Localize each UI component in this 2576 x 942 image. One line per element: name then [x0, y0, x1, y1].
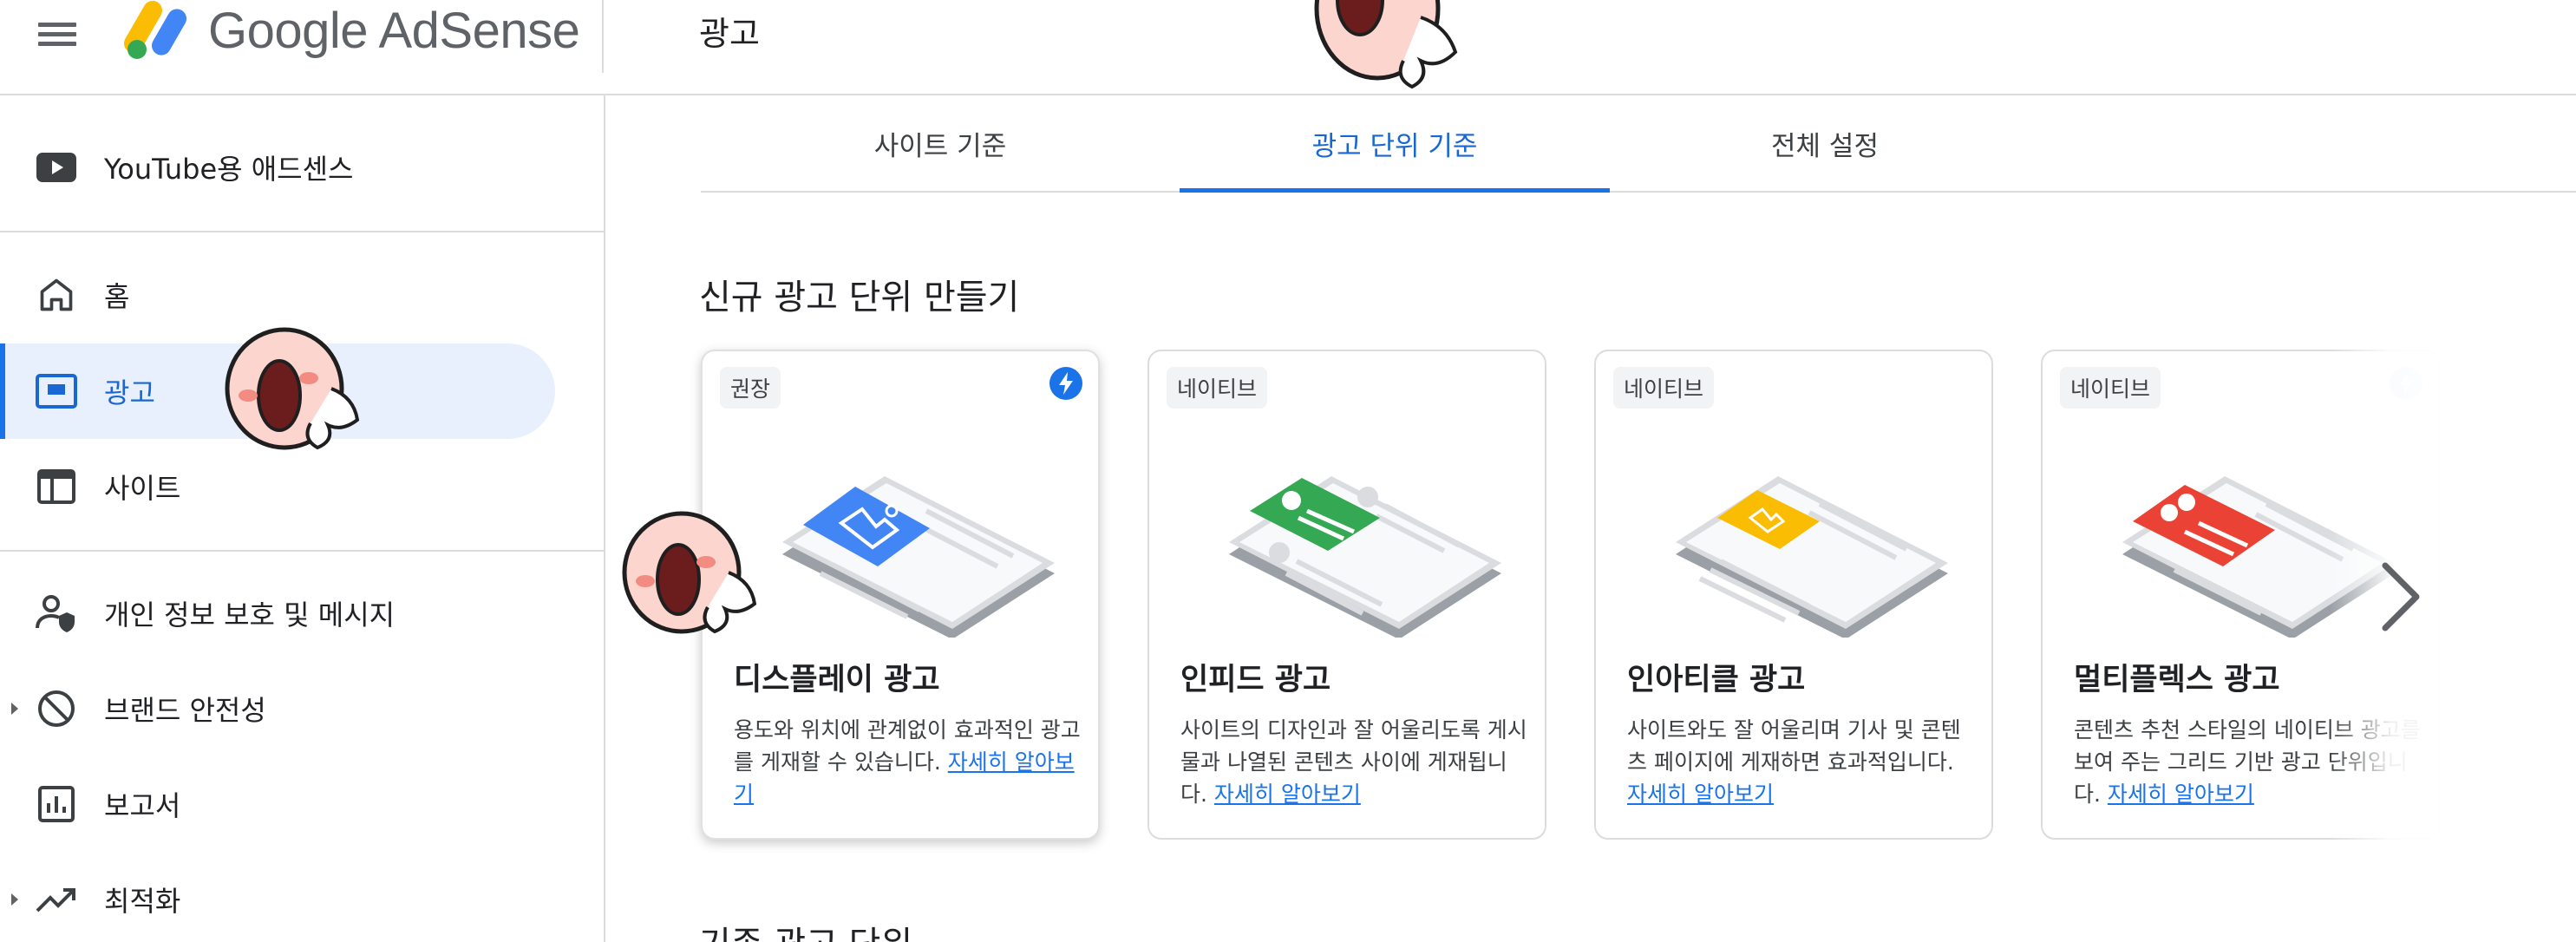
- card-badge: 네이티브: [1613, 367, 1715, 409]
- sidebar-divider: [0, 550, 604, 552]
- header-divider: [602, 0, 604, 73]
- ad-card-infeed[interactable]: 네이티브 인피드 광고 사이트의 디자인과 잘 어울리도록 게시물과 나열된 콘…: [1147, 350, 1546, 840]
- card-badge: 네이티브: [1167, 367, 1268, 409]
- card-description: 용도와 위치에 관계없이 효과적인 광고를 게재할 수 있습니다. 자세히 알아…: [734, 714, 1081, 810]
- tab-global-settings[interactable]: 전체 설정: [1610, 95, 2040, 191]
- card-title: 인아티클 광고: [1627, 663, 1806, 697]
- expand-arrow-icon[interactable]: [11, 703, 18, 715]
- crying-character-sticker-icon: [225, 327, 360, 450]
- tab-by-ad-unit[interactable]: 광고 단위 기준: [1180, 95, 1610, 193]
- learn-more-link[interactable]: 자세히 알아보기: [2108, 782, 2254, 807]
- sites-icon: [35, 465, 78, 508]
- card-badge: 권장: [720, 367, 781, 409]
- home-icon: [35, 273, 78, 317]
- trending-up-icon: [35, 878, 78, 921]
- card-title: 디스플레이 광고: [734, 663, 940, 697]
- card-description-text: 사이트와도 잘 어울리며 기사 및 콘텐츠 페이지에 게재하면 효과적입니다.: [1627, 717, 1961, 775]
- section-title: 신규 광고 단위 만들기: [699, 278, 1020, 317]
- expand-arrow-icon[interactable]: [11, 893, 18, 906]
- sidebar-item-brand-safety[interactable]: 브랜드 안전성: [0, 661, 555, 756]
- menu-icon[interactable]: [35, 17, 80, 52]
- sidebar-item-youtube[interactable]: YouTube용 애드센스: [0, 120, 555, 215]
- inarticle-ad-illustration-icon: [1676, 476, 1948, 638]
- tab-by-site[interactable]: 사이트 기준: [701, 95, 1180, 191]
- section-title-existing: 기존 광고 단위: [699, 916, 912, 942]
- sidebar-item-label: 사이트: [104, 472, 181, 505]
- sidebar-item-reports[interactable]: 보고서: [0, 756, 555, 852]
- sidebar-item-privacy[interactable]: 개인 정보 보호 및 메시지: [0, 566, 555, 661]
- ad-card-inarticle[interactable]: 네이티브 인아티클 광고 사이트와도 잘 어울리며 기사 및 콘텐츠 페이지에 …: [1594, 350, 1993, 840]
- tab-bar: 사이트 기준 광고 단위 기준 전체 설정: [701, 95, 2576, 193]
- privacy-icon: [35, 592, 78, 635]
- crying-character-sticker-icon: [622, 511, 757, 634]
- sidebar: YouTube용 애드센스 홈 광고 사이트 개인 정보 보호 및 메시지 브랜…: [0, 95, 605, 942]
- sidebar-item-label: 광고: [104, 376, 155, 409]
- infeed-ad-illustration-icon: [1229, 476, 1501, 638]
- sidebar-item-label: 최적화: [104, 885, 181, 918]
- card-title: 인피드 광고: [1180, 663, 1331, 697]
- crying-character-sticker-icon: [1314, 0, 1458, 89]
- adsense-logo-icon: [124, 0, 186, 59]
- learn-more-link[interactable]: 자세히 알아보기: [1214, 782, 1361, 807]
- youtube-icon: [35, 146, 78, 189]
- sidebar-item-label: 보고서: [104, 789, 181, 822]
- sidebar-item-label: 홈: [104, 280, 130, 313]
- reports-icon: [35, 782, 78, 826]
- sidebar-divider: [0, 231, 604, 232]
- brand-name: Google AdSense: [208, 3, 580, 59]
- sidebar-item-label: 브랜드 안전성: [104, 694, 266, 727]
- chevron-right-icon[interactable]: [2366, 553, 2435, 640]
- card-description: 사이트의 디자인과 잘 어울리도록 게시물과 나열된 콘텐츠 사이에 게재됩니다…: [1180, 714, 1527, 810]
- display-ad-illustration-icon: [782, 476, 1055, 638]
- sidebar-item-label: 개인 정보 보호 및 메시지: [104, 599, 396, 631]
- card-badge: 네이티브: [2060, 367, 2161, 409]
- card-title: 멀티플렉스 광고: [2074, 663, 2280, 697]
- sidebar-item-label: YouTube용 애드센스: [104, 153, 354, 186]
- top-app-bar: Google AdSense 광고: [0, 0, 2576, 95]
- learn-more-link[interactable]: 자세히 알아보기: [1627, 782, 1774, 807]
- sidebar-item-optimization[interactable]: 최적화: [0, 852, 555, 942]
- lightning-bolt-icon: [1049, 367, 1082, 400]
- ads-icon: [35, 370, 78, 413]
- page-title: 광고: [699, 15, 760, 53]
- block-icon: [35, 687, 78, 730]
- card-description: 사이트와도 잘 어울리며 기사 및 콘텐츠 페이지에 게재하면 효과적입니다. …: [1627, 714, 1974, 810]
